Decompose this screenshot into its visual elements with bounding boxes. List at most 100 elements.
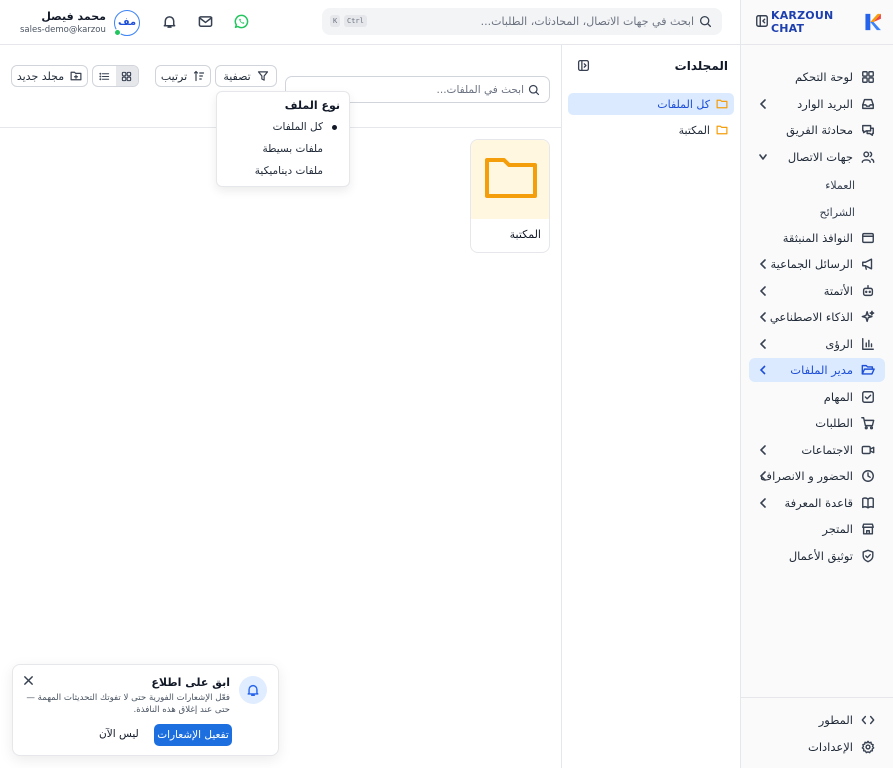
sidebar-item-label: مدير الملفات — [790, 363, 853, 377]
filter-option-dynamic-files[interactable]: ملفات ديناميكية — [255, 165, 323, 177]
sidebar-item-tasks[interactable]: المهام — [749, 385, 885, 409]
folder-icon — [716, 125, 728, 135]
filter-button-label: تصفية — [223, 69, 251, 83]
sidebar-item-label: لوحة التحكم — [795, 70, 853, 84]
folder-item-library[interactable]: المكتبة — [568, 119, 734, 141]
chevron-left-icon — [760, 312, 766, 322]
search-placeholder: ابحث في جهات الاتصال، المحادثات، الطلبات… — [480, 15, 694, 28]
grid-view-button[interactable] — [115, 66, 138, 86]
new-folder-button-label: مجلد جديد — [16, 69, 65, 83]
sidebar-item-settings[interactable]: الإعدادات — [749, 735, 885, 759]
mail-icon[interactable] — [198, 14, 213, 29]
shortcut-key-k: K — [330, 15, 341, 27]
folder-item-label: كل الملفات — [657, 97, 710, 111]
list-view-button[interactable] — [93, 66, 116, 86]
sidebar-item-inbox[interactable]: البريد الوارد — [749, 92, 885, 116]
user-name: محمد فيصل — [41, 10, 106, 23]
sidebar-item-file-manager[interactable]: مدير الملفات — [749, 358, 885, 382]
sidebar-item-label: النوافذ المنبثقة — [782, 231, 853, 245]
sidebar-item-label: الطلبات — [815, 416, 853, 430]
selected-indicator — [332, 125, 337, 130]
global-search[interactable]: ابحث في جهات الاتصال، المحادثات، الطلبات… — [322, 8, 722, 35]
sidebar-item-label: المهام — [823, 390, 853, 404]
dashboard-icon — [862, 71, 874, 83]
sidebar-divider — [741, 697, 893, 698]
sidebar-item-attendance[interactable]: الحضور و الانصراف — [749, 464, 885, 488]
folder-card-name: المكتبة — [509, 228, 541, 241]
contacts-icon — [861, 151, 875, 163]
bot-icon — [862, 285, 874, 297]
new-folder-button[interactable]: مجلد جديد — [11, 65, 88, 87]
chevron-left-icon — [760, 259, 766, 269]
sidebar-item-dashboard[interactable]: لوحة التحكم — [749, 65, 885, 89]
chevron-left-icon — [760, 99, 766, 109]
sidebar-item-business-verification[interactable]: توثيق الأعمال — [749, 544, 885, 568]
sidebar-item-knowledge-base[interactable]: قاعدة المعرفة — [749, 491, 885, 515]
sidebar-item-label: جهات الاتصال — [787, 150, 853, 164]
folder-icon — [485, 158, 537, 198]
folder-icon — [716, 99, 728, 109]
filter-option-simple-files[interactable]: ملفات بسيطة — [262, 143, 323, 155]
online-status-indicator — [114, 29, 121, 36]
search-icon — [528, 84, 540, 96]
code-icon — [861, 715, 875, 725]
close-icon[interactable] — [23, 675, 34, 686]
search-icon — [699, 15, 712, 28]
brand-logo[interactable]: KARZOUN CHAT — [771, 9, 883, 35]
book-icon — [862, 497, 874, 509]
chevron-left-icon — [760, 339, 766, 349]
chevron-left-icon — [760, 471, 766, 481]
sidebar-item-developer[interactable]: المطور — [749, 708, 885, 732]
sidebar-item-label: الرسائل الجماعية — [770, 257, 853, 271]
panel-toggle-icon[interactable] — [577, 59, 590, 72]
sparkles-icon — [861, 310, 875, 323]
sidebar-item-insights[interactable]: الرؤى — [749, 332, 885, 356]
popup-icon — [862, 232, 874, 244]
filter-dropdown: نوع الملف كل الملفات ملفات بسيطة ملفات د… — [216, 91, 350, 187]
sidebar-item-automation[interactable]: الأتمتة — [749, 279, 885, 303]
not-now-button[interactable]: ليس الآن — [99, 728, 139, 740]
folder-item-all-files[interactable]: كل الملفات — [568, 93, 734, 115]
sidebar-item-label: المتجر — [822, 522, 853, 536]
sidebar-item-label: محادثة الفريق — [786, 123, 853, 137]
sidebar-subitem-customers[interactable]: العملاء — [825, 179, 855, 192]
notification-toast: ابق على اطلاع فعّل الإشعارات الفورية حتى… — [12, 664, 279, 756]
sidebar-item-orders[interactable]: الطلبات — [749, 411, 885, 435]
store-icon — [862, 523, 874, 535]
sidebar-collapse-icon[interactable] — [755, 14, 769, 28]
chevron-left-icon — [759, 365, 766, 375]
sidebar-subitem-segments[interactable]: الشرائح — [819, 206, 855, 219]
user-email: sales-demo@karzoun... — [20, 25, 106, 35]
sidebar-item-label: الأتمتة — [823, 284, 853, 298]
team-chat-icon — [862, 124, 874, 136]
sidebar-item-label: الاجتماعات — [801, 443, 853, 457]
toast-body: فعّل الإشعارات الفورية حتى لا تفوتك التح… — [26, 693, 230, 715]
sidebar-item-label: المطور — [818, 713, 853, 727]
sidebar-item-popups[interactable]: النوافذ المنبثقة — [749, 226, 885, 250]
filter-button[interactable]: تصفية — [215, 65, 277, 87]
sidebar-item-broadcasts[interactable]: الرسائل الجماعية — [749, 252, 885, 276]
chevron-left-icon — [760, 286, 766, 296]
sidebar-item-ai[interactable]: الذكاء الاصطناعي — [749, 305, 885, 329]
sidebar-item-team-chat[interactable]: محادثة الفريق — [749, 118, 885, 142]
sort-button[interactable]: ترتيب — [155, 65, 211, 87]
list-icon — [99, 72, 109, 80]
sidebar-item-contacts[interactable]: جهات الاتصال — [749, 145, 885, 169]
filter-option-all-files[interactable]: كل الملفات — [273, 121, 323, 133]
whatsapp-icon[interactable] — [234, 14, 249, 29]
sidebar: KARZOUN CHAT لوحة التحكم البريد الوارد م… — [740, 0, 893, 768]
folder-card[interactable]: المكتبة — [470, 139, 550, 253]
sidebar-item-label: البريد الوارد — [797, 97, 853, 111]
sidebar-item-meetings[interactable]: الاجتماعات — [749, 438, 885, 462]
insights-icon — [862, 338, 874, 350]
shortcut-key-ctrl: Ctrl — [344, 15, 367, 27]
tasks-icon — [862, 391, 874, 403]
chevron-left-icon — [760, 498, 766, 508]
toast-title: ابق على اطلاع — [151, 676, 230, 689]
sidebar-item-label: الحضور و الانصراف — [760, 469, 853, 483]
sidebar-item-label: توثيق الأعمال — [788, 549, 853, 563]
enable-notifications-button[interactable]: تفعيل الإشعارات — [154, 724, 232, 746]
file-search-placeholder: ابحث في الملفات... — [436, 84, 524, 96]
sidebar-item-store[interactable]: المتجر — [749, 517, 885, 541]
bell-icon[interactable] — [162, 14, 177, 29]
